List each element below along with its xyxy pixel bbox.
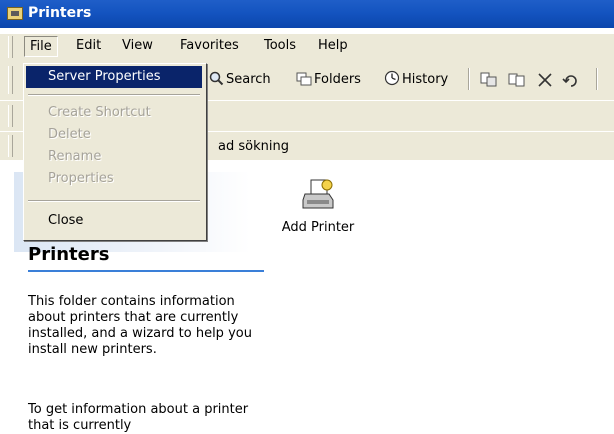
menu-separator [28, 94, 200, 96]
toolbar-grip[interactable] [8, 66, 13, 94]
window-title: Printers [28, 5, 92, 21]
menu-file[interactable]: File [24, 36, 58, 57]
printers-folder-icon [7, 7, 23, 20]
linksbar-grip[interactable] [8, 135, 13, 157]
search-label: Search [226, 72, 271, 87]
menu-tools[interactable]: Tools [264, 38, 296, 53]
addressbar-grip[interactable] [8, 105, 13, 127]
undo-icon[interactable] [562, 72, 580, 88]
menu-item-create-shortcut[interactable]: Create Shortcut [26, 102, 202, 124]
menu-item-delete[interactable]: Delete [26, 124, 202, 146]
pane-divider [28, 270, 264, 272]
menubar-grip[interactable] [8, 36, 13, 58]
delete-icon[interactable] [536, 72, 554, 88]
history-button[interactable]: History [384, 70, 448, 87]
menu-view[interactable]: View [122, 38, 153, 53]
menu-separator-2 [28, 200, 200, 202]
menu-help[interactable]: Help [318, 38, 348, 53]
menu-item-close[interactable]: Close [26, 210, 202, 232]
copy-to-icon[interactable] [508, 72, 526, 88]
folders-button[interactable]: Folders [296, 70, 361, 87]
add-printer-label: Add Printer [281, 220, 355, 235]
toolbar-separator [468, 68, 470, 90]
history-icon [384, 70, 400, 86]
move-to-icon[interactable] [480, 72, 498, 88]
title-bar[interactable]: Printers [0, 0, 614, 28]
history-label: History [402, 72, 449, 87]
file-menu-dropdown: Server Properties Create Shortcut Delete… [23, 63, 207, 241]
links-text[interactable]: ad sökning [218, 139, 289, 154]
menu-item-properties[interactable]: Properties [26, 168, 202, 190]
folders-icon [296, 72, 312, 86]
menu-item-server-properties[interactable]: Server Properties [26, 66, 202, 88]
toolbar-separator-2 [596, 68, 598, 90]
menu-bar: File Edit View Favorites Tools Help [0, 34, 614, 60]
search-button[interactable]: Search [208, 70, 271, 87]
menu-favorites[interactable]: Favorites [180, 38, 239, 53]
menu-edit[interactable]: Edit [76, 38, 101, 53]
folders-label: Folders [314, 72, 361, 87]
pane-title: Printers [28, 244, 110, 265]
pane-description-2: To get information about a printer that … [28, 402, 249, 433]
menu-item-rename[interactable]: Rename [26, 146, 202, 168]
search-icon [209, 71, 224, 86]
pane-description: This folder contains information about p… [28, 294, 252, 357]
add-printer-icon [302, 179, 334, 209]
add-printer-item[interactable]: Add Printer [268, 178, 368, 235]
